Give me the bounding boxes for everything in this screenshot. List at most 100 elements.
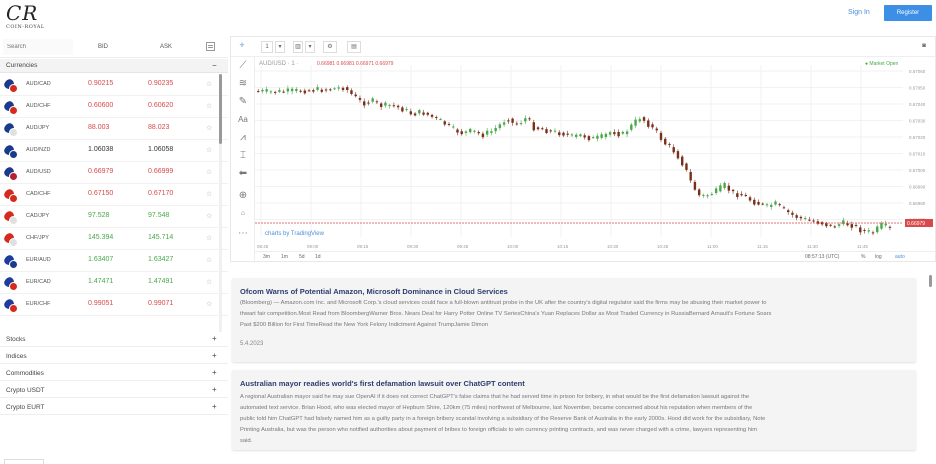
candle <box>676 151 680 159</box>
candle <box>850 224 853 228</box>
chart-type-dropdown-icon[interactable]: ▾ <box>305 41 315 53</box>
price-tick-label: 0.67020 <box>909 135 926 140</box>
news-line: thwart fair competition.Most Read from B… <box>240 311 772 317</box>
expand-icon[interactable]: + <box>212 368 217 377</box>
favorite-star-icon[interactable]: ☆ <box>206 102 212 110</box>
instrument-row[interactable]: CAD/JPY 97.528 97.548 ☆ <box>0 206 228 228</box>
news-card[interactable]: Australian mayor readies world's first d… <box>232 370 916 450</box>
text-icon[interactable]: Aa <box>236 113 250 127</box>
measure-icon[interactable]: ⌶ <box>236 149 250 163</box>
candle <box>392 105 396 107</box>
favorite-star-icon[interactable]: ☆ <box>206 124 212 132</box>
favorite-star-icon[interactable]: ☆ <box>206 234 212 242</box>
indicators-icon[interactable]: ▤ <box>347 41 361 53</box>
ask-value: 0.66999 <box>148 168 174 175</box>
bid-value: 0.66979 <box>88 168 114 175</box>
menu-icon[interactable] <box>206 42 215 51</box>
candle <box>867 230 870 232</box>
logo[interactable]: CR COIN-ROYAL <box>6 3 45 30</box>
chart-symbol: AUD/USD · 1 · <box>259 61 298 67</box>
category-crypto-usdt[interactable]: Crypto USDT + <box>0 383 228 398</box>
candle-type-icon[interactable]: ▥ <box>293 41 303 53</box>
favorite-star-icon[interactable]: ☆ <box>206 300 212 308</box>
candle <box>367 102 370 104</box>
expand-icon[interactable]: + <box>212 402 217 411</box>
news-date: 5.4.2023 <box>240 341 264 347</box>
crosshair-icon[interactable]: ✛ <box>235 41 249 53</box>
category-label: Crypto EURT <box>6 404 45 411</box>
expand-icon[interactable]: + <box>212 351 217 360</box>
scale-button[interactable]: log <box>875 254 882 260</box>
camera-icon[interactable]: ◙ <box>917 41 931 53</box>
fib-icon[interactable]: ≋ <box>236 77 250 91</box>
collapse-icon[interactable]: − <box>212 61 217 70</box>
favorite-star-icon[interactable]: ☆ <box>206 168 212 176</box>
timeframe-button[interactable]: 5d <box>299 254 305 260</box>
candle <box>770 204 773 207</box>
expand-icon[interactable]: + <box>212 334 217 343</box>
instrument-row[interactable]: EUR/CAD 1.47471 1.47491 ☆ <box>0 272 228 294</box>
candle <box>401 107 404 112</box>
candle <box>795 215 798 218</box>
news-title[interactable]: Ofcom Warns of Potential Amazon, Microso… <box>240 287 508 296</box>
scale-button[interactable]: auto <box>895 254 905 260</box>
signin-link[interactable]: Sign In <box>848 9 870 16</box>
scrollbar-thumb[interactable] <box>219 74 222 144</box>
candle <box>439 118 442 120</box>
search-input[interactable] <box>3 39 73 55</box>
news-card[interactable]: Ofcom Warns of Potential Amazon, Microso… <box>232 278 916 362</box>
category-indices[interactable]: Indices + <box>0 349 228 364</box>
favorite-star-icon[interactable]: ☆ <box>206 146 212 154</box>
scale-button[interactable]: % <box>861 254 865 260</box>
favorite-star-icon[interactable]: ☆ <box>206 190 212 198</box>
category-stocks[interactable]: Stocks + <box>0 332 228 347</box>
interval-dropdown-icon[interactable]: ▾ <box>275 41 285 53</box>
instrument-row[interactable]: EUR/CHF 0.99051 0.99071 ☆ <box>0 294 228 316</box>
expand-icon[interactable]: + <box>212 385 217 394</box>
more-icon[interactable]: ⋯ <box>236 227 250 241</box>
instrument-row[interactable]: AUD/CAD 0.90215 0.90235 ☆ <box>0 74 228 96</box>
candle <box>812 220 815 222</box>
arrow-left-icon[interactable]: ⬅ <box>236 167 250 181</box>
instrument-row[interactable]: EUR/AUD 1.63407 1.63427 ☆ <box>0 250 228 272</box>
instrument-row[interactable]: AUD/USD 0.66979 0.66999 ☆ <box>0 162 228 184</box>
category-crypto-eurt[interactable]: Crypto EURT + <box>0 400 228 415</box>
sidebar-scrollbar[interactable] <box>219 74 222 332</box>
instrument-row[interactable]: CAD/CHF 0.67150 0.67170 ☆ <box>0 184 228 206</box>
flag-icon <box>4 211 18 225</box>
interval-button[interactable]: 1 <box>261 41 273 53</box>
pattern-icon[interactable]: ⩘ <box>236 131 250 145</box>
candle <box>778 204 781 206</box>
ask-value: 0.67170 <box>148 190 174 197</box>
bid-value: 0.99051 <box>88 300 114 307</box>
timeframe-button[interactable]: 1m <box>281 254 288 260</box>
news-title[interactable]: Australian mayor readies world's first d… <box>240 379 525 388</box>
instrument-row[interactable]: AUD/CHF 0.60600 0.60620 ☆ <box>0 96 228 118</box>
favorite-star-icon[interactable]: ☆ <box>206 256 212 264</box>
price-chart[interactable]: 0.67060 0.67050 0.67040 0.67030 0.67020 0.670… <box>255 57 935 251</box>
candle <box>519 123 523 125</box>
register-button[interactable]: Register <box>884 5 932 21</box>
category-currencies[interactable]: Currencies − <box>0 59 228 73</box>
settings-icon[interactable]: ⚙ <box>323 41 337 53</box>
instrument-row[interactable]: CHF/JPY 145.394 145.714 ☆ <box>0 228 228 250</box>
news-scrollbar[interactable] <box>929 275 932 287</box>
timeframe-button[interactable]: 1d <box>315 254 321 260</box>
favorite-star-icon[interactable]: ☆ <box>206 80 212 88</box>
category-commodities[interactable]: Commodities + <box>0 366 228 381</box>
candle <box>842 220 845 225</box>
lock-icon[interactable]: ⌂ <box>236 207 250 221</box>
candle <box>265 89 268 92</box>
instrument-row[interactable]: AUD/JPY 88.003 88.023 ☆ <box>0 118 228 140</box>
zoom-icon[interactable]: ⊕ <box>236 189 250 203</box>
chat-input[interactable] <box>4 459 44 464</box>
favorite-star-icon[interactable]: ☆ <box>206 212 212 220</box>
timeframe-button[interactable]: 3m <box>263 254 270 260</box>
trend-line-icon[interactable]: ⟋ <box>236 59 250 73</box>
candle <box>672 147 675 153</box>
candle <box>460 131 463 135</box>
favorite-star-icon[interactable]: ☆ <box>206 278 212 286</box>
brush-icon[interactable]: ✎ <box>236 95 250 109</box>
instrument-row[interactable]: AUD/NZD 1.06038 1.06058 ☆ <box>0 140 228 162</box>
price-tick-label: 0.66990 <box>909 185 926 190</box>
